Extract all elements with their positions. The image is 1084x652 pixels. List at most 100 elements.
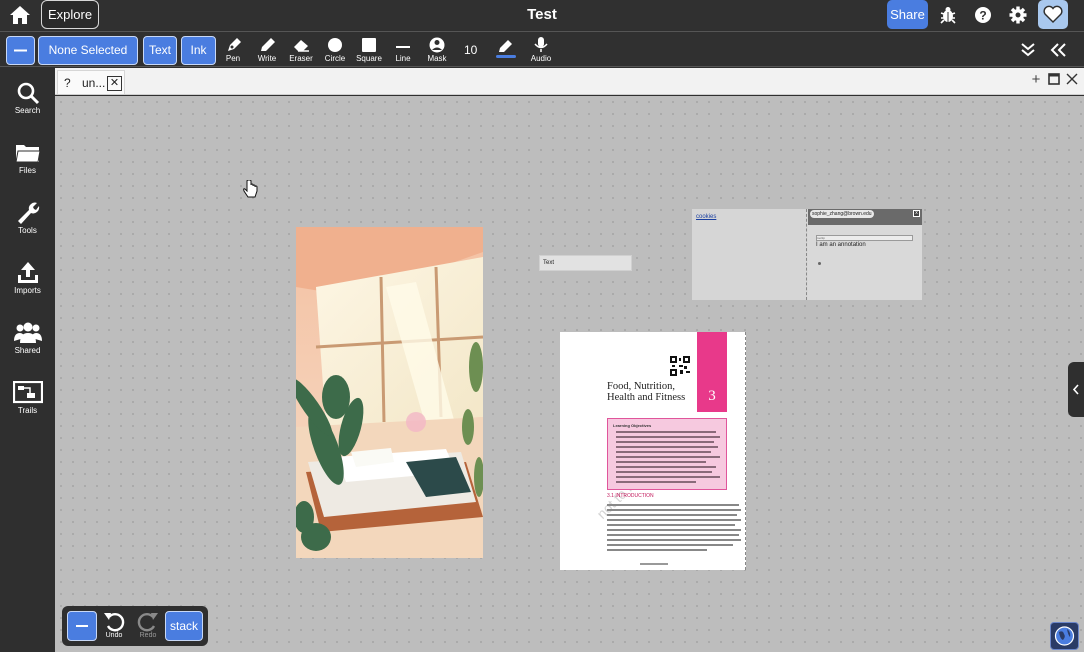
maximize-icon[interactable] xyxy=(1047,73,1061,87)
sidebar-item-trails[interactable]: Trails xyxy=(0,381,55,415)
trails-icon xyxy=(12,381,43,404)
redo-button[interactable]: Redo xyxy=(135,610,161,639)
mask-icon xyxy=(429,37,445,53)
undo-label: Undo xyxy=(105,632,123,639)
circle-icon xyxy=(328,38,342,52)
paragraph-line xyxy=(607,534,739,536)
selection-dropdown[interactable]: None Selected xyxy=(38,36,138,65)
chapter-heading: Food, Nutrition, Health and Fitness xyxy=(607,381,686,403)
gear-icon[interactable] xyxy=(1008,5,1028,25)
cookies-link[interactable]: cookies xyxy=(696,214,716,220)
stroke-width-value[interactable]: 10 xyxy=(464,43,477,57)
history-controls: Undo Redo stack xyxy=(62,606,208,646)
bug-icon[interactable] xyxy=(938,5,958,25)
objective-line xyxy=(616,436,720,438)
globe-button[interactable] xyxy=(1050,622,1079,650)
annotation-user-badge: sophie_zhang@brown.edu xyxy=(810,210,874,218)
mask-tool[interactable]: Mask xyxy=(422,37,452,65)
text-mode-button[interactable]: Text xyxy=(143,36,177,65)
minus-icon xyxy=(14,49,27,52)
folder-icon xyxy=(14,145,41,163)
favorite-button[interactable] xyxy=(1038,0,1068,29)
objective-line xyxy=(616,446,718,448)
paragraph-line xyxy=(607,514,737,516)
paragraph-line xyxy=(607,539,741,541)
bedroom-image[interactable] xyxy=(296,227,483,558)
line-icon xyxy=(396,46,410,48)
sidebar-label-trails: Trails xyxy=(17,406,38,415)
pen-label: Pen xyxy=(225,54,241,63)
eraser-icon xyxy=(294,40,309,52)
collapse-history-button[interactable] xyxy=(67,611,97,641)
write-icon xyxy=(261,38,275,51)
tab-untitled[interactable]: ? un... ✕ xyxy=(57,70,125,94)
stack-button[interactable]: stack xyxy=(165,611,203,641)
tab-help-mark[interactable]: ? xyxy=(64,76,71,90)
tab-title[interactable]: un... xyxy=(82,76,105,90)
annotation-panel: sophie_zhang@brown.edu x tooltip I am an… xyxy=(808,209,922,300)
circle-tool[interactable]: Circle xyxy=(320,37,350,65)
web-page-view[interactable]: cookies xyxy=(692,209,807,300)
sidebar-label-imports: Imports xyxy=(14,286,41,295)
sidebar-item-files[interactable]: Files xyxy=(0,141,55,175)
circle-label: Circle xyxy=(324,54,346,63)
ink-color-picker[interactable] xyxy=(490,37,520,65)
redo-icon xyxy=(137,613,158,632)
redo-label: Redo xyxy=(139,632,157,639)
paragraph-line xyxy=(607,549,707,551)
paragraph-line xyxy=(607,524,735,526)
sidebar-item-imports[interactable]: Imports xyxy=(0,261,55,295)
share-button[interactable]: Share xyxy=(887,0,928,29)
text-note[interactable]: Text xyxy=(539,255,632,271)
paragraph-line xyxy=(607,509,741,511)
page-footer xyxy=(640,563,668,565)
undo-button[interactable]: Undo xyxy=(101,610,127,639)
sidebar-label-tools: Tools xyxy=(18,226,37,235)
heart-icon xyxy=(1043,5,1063,23)
objective-line xyxy=(616,466,716,468)
annotation-header: sophie_zhang@brown.edu x xyxy=(808,209,922,225)
sidebar-label-files: Files xyxy=(19,166,36,175)
annotation-close-icon[interactable]: x xyxy=(913,210,920,217)
sidebar-item-tools[interactable]: Tools xyxy=(0,201,55,235)
explore-button[interactable]: Explore xyxy=(41,0,100,29)
microphone-icon xyxy=(534,37,548,52)
pen-tool[interactable]: Pen xyxy=(218,37,248,65)
close-window-icon[interactable] xyxy=(1065,73,1079,87)
web-page-node[interactable]: cookies sophie_zhang@brown.edu x tooltip… xyxy=(692,209,922,300)
sidebar-item-search[interactable]: Search xyxy=(0,81,55,115)
line-tool[interactable]: Line xyxy=(388,37,418,65)
ink-mode-button[interactable]: Ink xyxy=(181,36,216,65)
chevrons-left-icon[interactable] xyxy=(1049,42,1067,58)
mask-label: Mask xyxy=(427,54,447,63)
right-panel-toggle[interactable] xyxy=(1068,362,1084,417)
wrench-icon xyxy=(17,202,39,224)
left-sidebar: Search Files Tools Imports Shared Trails xyxy=(0,68,55,652)
help-icon[interactable]: ? xyxy=(973,5,993,25)
paragraph-line xyxy=(607,519,741,521)
write-tool[interactable]: Write xyxy=(252,37,282,65)
eraser-tool[interactable]: Eraser xyxy=(286,37,316,65)
top-bar: Explore Test Share ? xyxy=(0,0,1084,30)
objective-line xyxy=(616,451,711,453)
square-tool[interactable]: Square xyxy=(354,37,384,65)
sidebar-item-shared[interactable]: Shared xyxy=(0,321,55,355)
svg-text:?: ? xyxy=(979,9,986,23)
annotation-input[interactable]: tooltip xyxy=(816,235,913,241)
upload-icon xyxy=(17,262,38,283)
close-icon[interactable]: ✕ xyxy=(107,76,122,91)
objective-line xyxy=(616,456,720,458)
pdf-document-node[interactable]: not to be republished 3 Food, Nutrition,… xyxy=(560,332,746,570)
chevrons-down-icon[interactable] xyxy=(1020,42,1036,58)
sidebar-label-search: Search xyxy=(14,106,41,115)
bedroom-illustration xyxy=(296,227,483,558)
collapse-toolbar-button[interactable] xyxy=(6,36,35,65)
objective-line xyxy=(616,431,716,433)
annotation-text: I am an annotation xyxy=(816,242,866,248)
tab-strip: ? un... ✕ + xyxy=(55,68,1084,95)
home-icon[interactable] xyxy=(9,5,31,25)
search-icon xyxy=(17,82,39,105)
add-tab-icon[interactable]: + xyxy=(1029,72,1043,87)
audio-tool[interactable]: Audio xyxy=(526,37,556,65)
chevron-left-icon xyxy=(1072,384,1079,395)
